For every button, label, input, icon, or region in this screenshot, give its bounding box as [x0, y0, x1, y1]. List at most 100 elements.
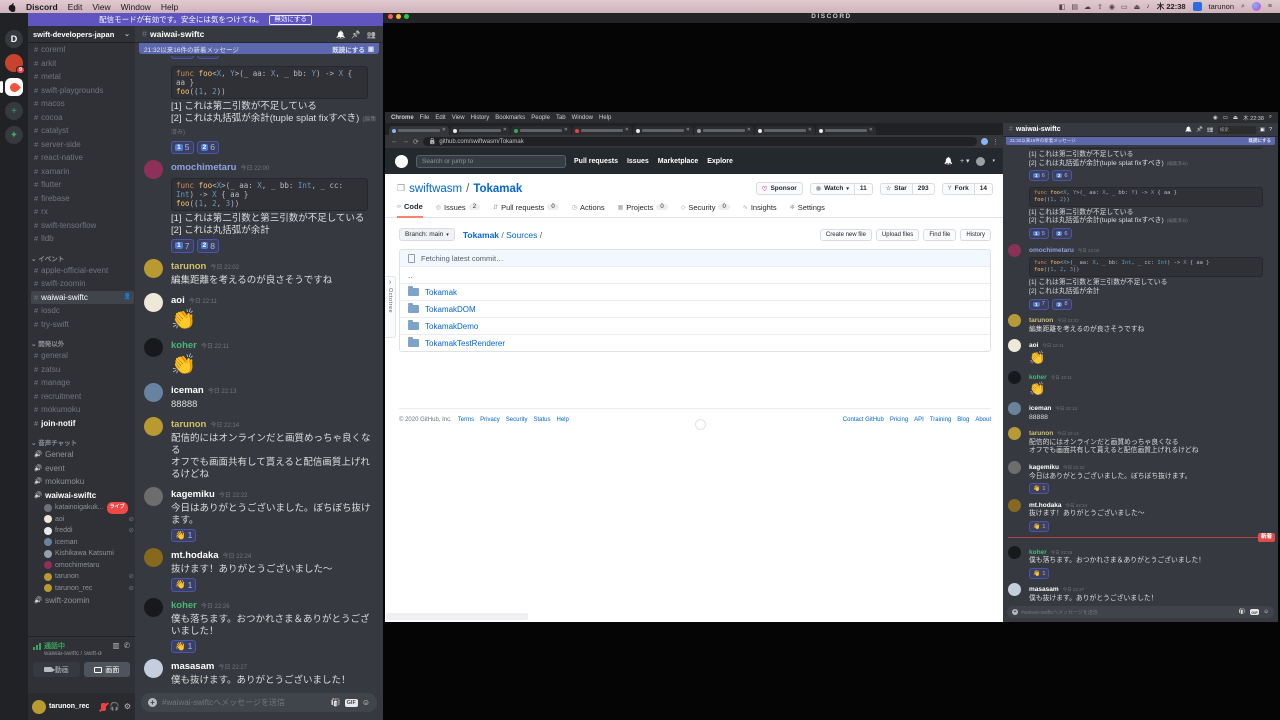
- browser-menu-icon[interactable]: ⋮: [992, 138, 999, 146]
- message-author[interactable]: tarunon: [1029, 317, 1053, 324]
- history-button[interactable]: History: [960, 228, 991, 241]
- server-icon-swift-developers-japan[interactable]: [0, 78, 23, 96]
- sidebar-item-swift-playgrounds[interactable]: # swift-playgrounds: [31, 84, 134, 98]
- message-author[interactable]: omochimetaru: [171, 162, 236, 173]
- reaction-pill[interactable]: 👋 1: [1029, 521, 1050, 533]
- menu-view[interactable]: View: [92, 2, 110, 12]
- menu-bar-clock[interactable]: 木 22:38: [1157, 1, 1186, 12]
- reaction-pill[interactable]: 👋 1: [171, 528, 197, 542]
- avatar[interactable]: [144, 597, 163, 617]
- invite-members-icon[interactable]: 👤: [124, 291, 131, 305]
- close-tab-icon[interactable]: ✕: [686, 128, 690, 133]
- disable-streamer-mode-button[interactable]: 無効にする: [269, 14, 312, 25]
- stream-scrubber[interactable]: [386, 613, 528, 620]
- table-row[interactable]: TokamakTestRenderer: [400, 334, 990, 351]
- pin-icon[interactable]: 📌: [351, 30, 360, 39]
- close-tab-icon[interactable]: ✕: [503, 128, 507, 133]
- avatar[interactable]: [144, 292, 163, 312]
- reaction-pill[interactable]: 👋 1: [171, 639, 197, 653]
- avatar[interactable]: [1008, 339, 1021, 353]
- message-author[interactable]: mt.hodaka: [1029, 502, 1062, 509]
- tab-security[interactable]: ◇ Security 0: [681, 202, 730, 217]
- avatar[interactable]: [1008, 370, 1021, 384]
- nav-marketplace[interactable]: Marketplace: [658, 158, 698, 165]
- folder-link-tokamakdom[interactable]: TokamakDOM: [425, 305, 476, 314]
- message-author[interactable]: tarunon: [171, 419, 206, 430]
- reaction-pill[interactable]: 16: [171, 56, 194, 59]
- reaction-pill[interactable]: 28: [1051, 298, 1072, 310]
- message-author[interactable]: masasam: [1029, 586, 1059, 593]
- spotlight-icon[interactable]: ⌕: [1241, 3, 1245, 11]
- watch-button[interactable]: ◉ Watch ▾: [809, 182, 855, 195]
- close-tab-icon[interactable]: ✕: [747, 128, 751, 133]
- footer-link-pricing[interactable]: Pricing: [890, 417, 908, 423]
- sidebar-item-coreml[interactable]: # coreml: [31, 43, 134, 57]
- sidebar-item-lldb[interactable]: # lldb: [31, 232, 134, 246]
- folder-link-tokamakdemo[interactable]: TokamakDemo: [425, 322, 478, 331]
- find-file-button[interactable]: Find file: [923, 228, 957, 241]
- voice-member-freddi[interactable]: freddi ⊘: [31, 525, 134, 537]
- voice-member-aoi[interactable]: aoi ⊘: [31, 514, 134, 526]
- message-author[interactable]: aoi: [1029, 342, 1038, 349]
- reaction-pill[interactable]: 17: [171, 239, 194, 253]
- unread-messages-bar[interactable]: 21:32以来16件の新着メッセージ 既読にする ▣: [139, 43, 379, 54]
- fork-count[interactable]: 14: [974, 182, 993, 195]
- sidebar-item-zatsu[interactable]: # zatsu: [31, 363, 134, 377]
- gear-icon[interactable]: ⚙: [124, 702, 131, 711]
- soundboard-icon[interactable]: ▥: [113, 641, 120, 650]
- emoji-picker-icon[interactable]: ☺: [362, 698, 370, 707]
- browser-tab[interactable]: ✕: [816, 126, 876, 135]
- control-center-icon[interactable]: ≡: [1268, 3, 1272, 10]
- reaction-pill[interactable]: 28: [196, 239, 220, 253]
- browser-tab[interactable]: ✕: [450, 126, 510, 135]
- message-author[interactable]: tarunon: [171, 261, 206, 272]
- upload-files-button[interactable]: Upload files: [875, 228, 920, 241]
- footer-link-terms[interactable]: Terms: [458, 417, 474, 423]
- screen-mirroring-icon[interactable]: ◧: [1059, 3, 1066, 11]
- sidebar-item-macos[interactable]: # macos: [31, 97, 134, 111]
- message-author[interactable]: koher: [171, 340, 197, 351]
- reaction-pill[interactable]: 👋 1: [1029, 568, 1050, 579]
- sidebar-item-mokumoku[interactable]: # mokumoku: [31, 403, 134, 417]
- sidebar-item-waiwai-swiftc[interactable]: # waiwai-swiftc 👤: [31, 290, 134, 305]
- voice-member-Kishikawa-Katsumi[interactable]: Kishikawa Katsumi: [31, 548, 134, 560]
- footer-link-api[interactable]: API: [914, 417, 924, 423]
- reaction-pill[interactable]: 26: [196, 140, 220, 154]
- explore-servers-button[interactable]: ✦: [5, 126, 23, 144]
- table-row[interactable]: TokamakDemo: [400, 317, 990, 334]
- video-button[interactable]: 動画: [33, 662, 80, 677]
- avatar[interactable]: [144, 382, 163, 402]
- add-server-button[interactable]: +: [5, 102, 23, 120]
- avatar[interactable]: [1008, 498, 1021, 512]
- tab-projects[interactable]: ▦ Projects 0: [618, 202, 668, 217]
- sidebar-item-try-swift[interactable]: # try-swift: [31, 318, 134, 332]
- voice-member-katainoigakuk-[interactable]: katainoigakuk... ライブ: [31, 502, 134, 514]
- avatar[interactable]: [32, 699, 46, 714]
- sidebar-item-react-native[interactable]: # react-native: [31, 151, 134, 165]
- menu-help[interactable]: Help: [161, 2, 178, 12]
- sidebar-item-recruitment[interactable]: # recruitment: [31, 390, 134, 404]
- message-author[interactable]: koher: [1029, 549, 1047, 556]
- avatar[interactable]: [1008, 426, 1021, 440]
- message-author[interactable]: omochimetaru: [1029, 247, 1074, 254]
- reaction-pill[interactable]: 👋 1: [171, 578, 197, 592]
- sidebar-item-arkit[interactable]: # arkit: [31, 57, 134, 71]
- star-button[interactable]: ☆ Star: [879, 182, 913, 195]
- record-icon[interactable]: ◉: [1109, 3, 1115, 11]
- volume-icon[interactable]: ♪: [1146, 3, 1150, 11]
- attach-file-icon[interactable]: +: [148, 698, 157, 707]
- reload-icon[interactable]: ⟳: [413, 138, 419, 146]
- message-author[interactable]: kagemiku: [1029, 464, 1059, 471]
- category-event[interactable]: ⌄ イベント: [31, 253, 134, 263]
- create-new-icon[interactable]: + ▾: [960, 157, 970, 165]
- apple-menu-icon[interactable]: [8, 2, 16, 13]
- branch-selector[interactable]: Branch: main ▾: [399, 228, 455, 241]
- sidebar-item-general[interactable]: # general: [31, 349, 134, 363]
- close-tab-icon[interactable]: ✕: [442, 128, 446, 133]
- gift-icon[interactable]: 🎁: [331, 698, 341, 707]
- gif-picker-icon[interactable]: GIF: [344, 698, 358, 707]
- watch-count[interactable]: 11: [854, 182, 873, 195]
- reaction-pill[interactable]: 16: [1029, 170, 1049, 182]
- sidebar-item-rx[interactable]: # rx: [31, 205, 134, 219]
- voice-channel-General[interactable]: 🔊 General: [31, 448, 134, 462]
